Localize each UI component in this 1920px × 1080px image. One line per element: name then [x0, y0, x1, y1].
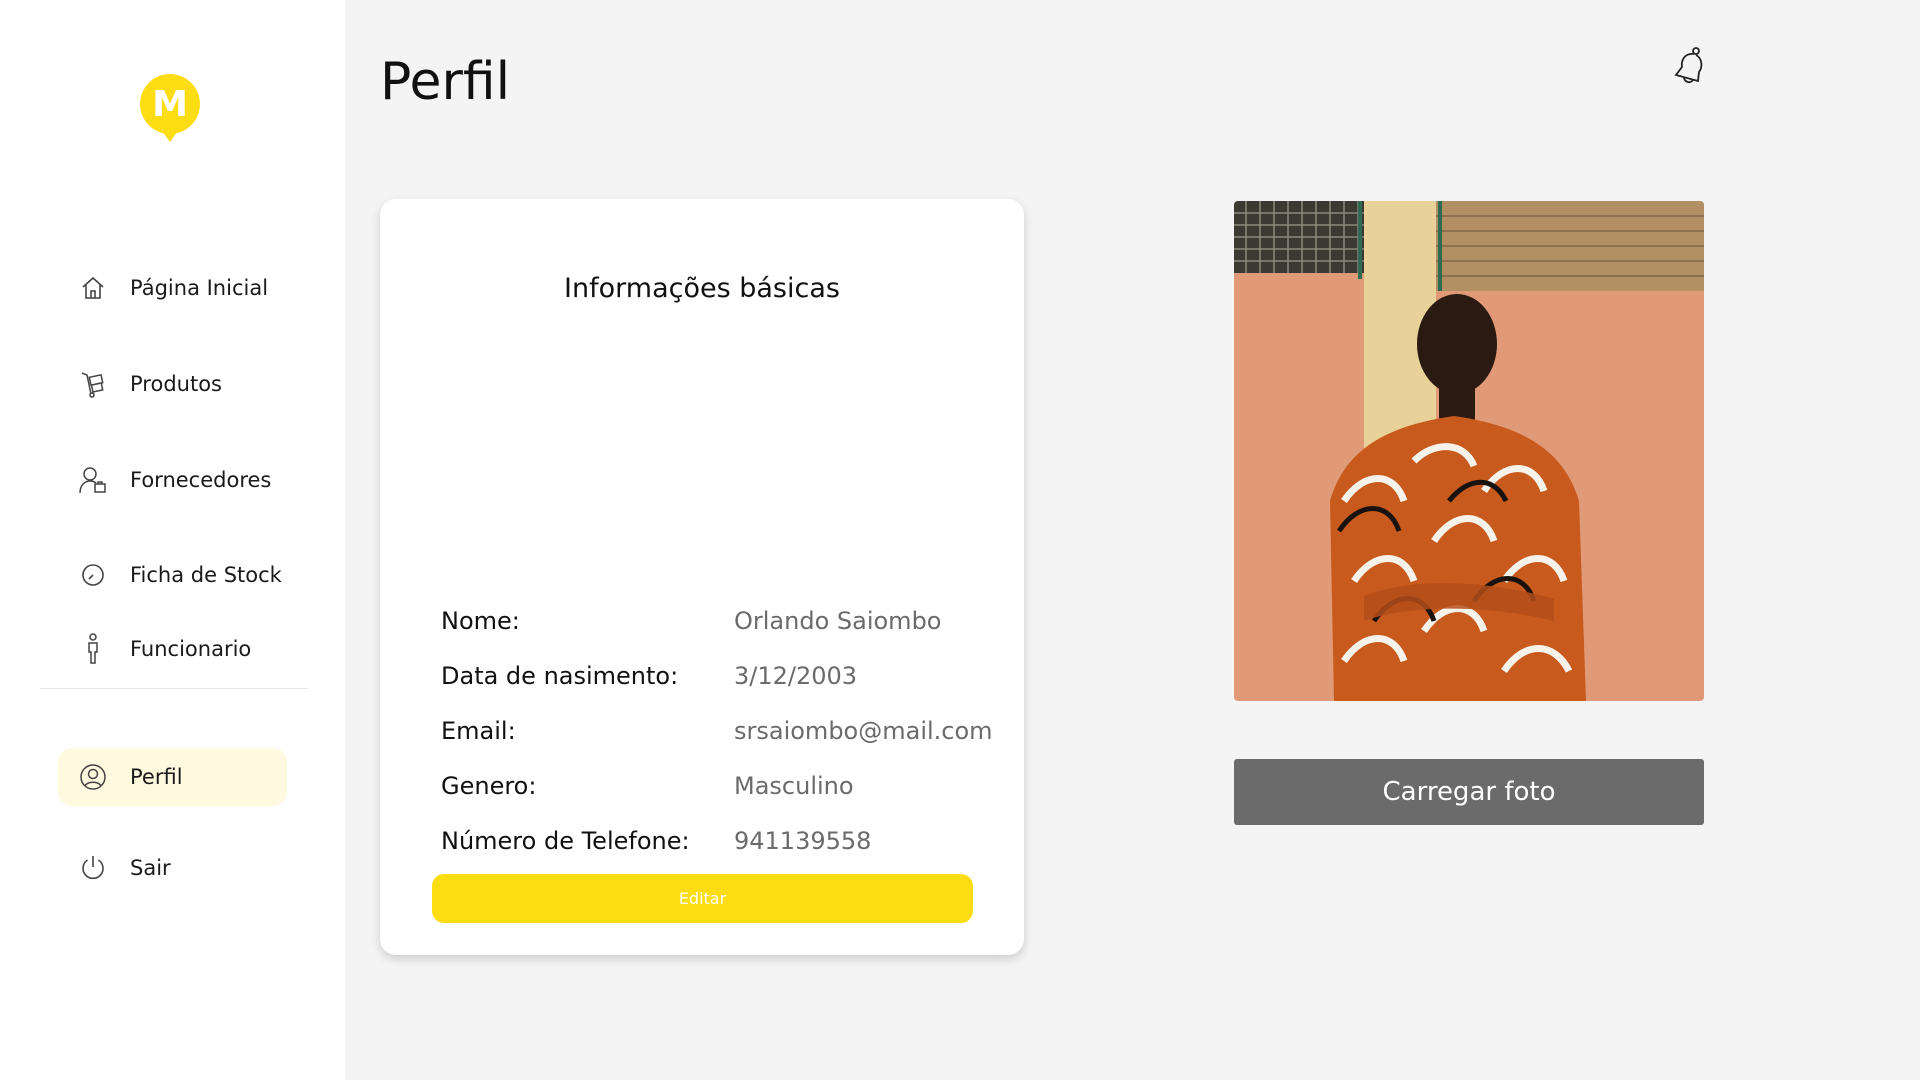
info-row-telefone: Número de Telefone: 941139558 [441, 823, 871, 859]
field-label: Nome: [441, 607, 520, 635]
sidebar-divider [40, 688, 308, 689]
hand-truck-icon [78, 369, 108, 399]
clock-icon [78, 560, 108, 590]
sidebar-item-label: Ficha de Stock [130, 563, 282, 587]
profile-photo [1234, 201, 1704, 701]
card-title: Informações básicas [564, 273, 840, 304]
supplier-icon [78, 465, 108, 495]
info-row-genero: Genero: Masculino [441, 768, 854, 804]
field-value: Orlando Saiombo [734, 607, 942, 635]
basic-info-card: Informações básicas Nome: Orlando Saiombo… [380, 199, 1024, 955]
svg-text:M: M [152, 84, 188, 125]
power-icon [78, 853, 108, 883]
info-row-email: Email: srsaiombo@mail.com [441, 713, 993, 749]
sidebar-item-label: Perfil [130, 765, 183, 789]
field-value: 941139558 [734, 827, 872, 855]
field-label: Data de nasimento: [441, 662, 679, 690]
page-title: Perfil [380, 52, 511, 112]
field-label: Número de Telefone: [441, 827, 690, 855]
field-value: srsaiombo@mail.com [734, 717, 993, 745]
home-icon [78, 273, 108, 303]
sidebar-item-label: Produtos [130, 372, 222, 396]
sidebar: M Página Inicial Produtos Fornecedores F… [0, 0, 345, 1080]
edit-button[interactable]: Editar [432, 874, 973, 923]
bell-icon[interactable] [1672, 45, 1708, 85]
brand-logo: M [140, 74, 200, 142]
sidebar-item-label: Sair [130, 856, 171, 880]
profile-photo-image [1234, 201, 1704, 701]
upload-photo-button[interactable]: Carregar foto [1234, 759, 1704, 825]
sidebar-item-sair[interactable]: Sair [58, 839, 287, 897]
sidebar-item-label: Fornecedores [130, 468, 272, 492]
sidebar-item-pagina-inicial[interactable]: Página Inicial [58, 259, 287, 317]
field-label: Email: [441, 717, 516, 745]
field-value: Masculino [734, 772, 854, 800]
sidebar-item-funcionario[interactable]: Funcionario [58, 620, 287, 678]
profile-icon [78, 762, 108, 792]
person-icon [78, 633, 108, 664]
field-value: 3/12/2003 [734, 662, 858, 690]
sidebar-item-fornecedores[interactable]: Fornecedores [58, 451, 287, 509]
info-row-data-nascimento: Data de nasimento: 3/12/2003 [441, 658, 857, 694]
sidebar-item-produtos[interactable]: Produtos [58, 355, 287, 413]
sidebar-item-ficha-de-stock[interactable]: Ficha de Stock [58, 546, 287, 604]
sidebar-item-perfil[interactable]: Perfil [58, 748, 287, 806]
info-row-nome: Nome: Orlando Saiombo [441, 603, 941, 639]
sidebar-item-label: Funcionario [130, 637, 252, 661]
field-label: Genero: [441, 772, 537, 800]
sidebar-item-label: Página Inicial [130, 276, 269, 300]
